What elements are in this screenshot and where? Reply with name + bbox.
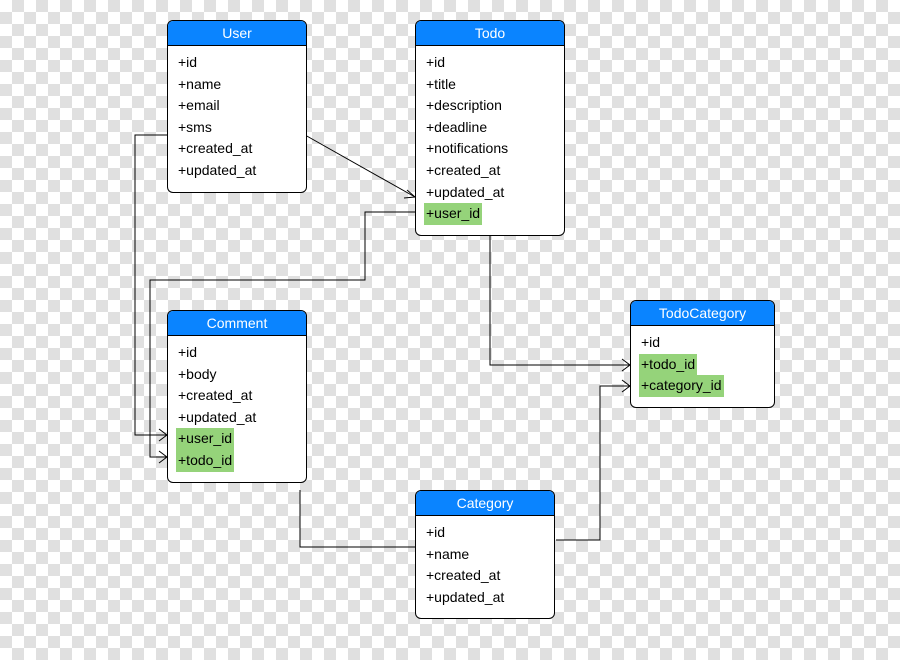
entity-todo-attr: +user_id bbox=[424, 203, 556, 225]
entity-category-attr: +updated_at bbox=[424, 587, 546, 609]
attr-text: +deadline bbox=[424, 117, 489, 139]
entity-todo-attr: +description bbox=[424, 95, 556, 117]
attr-text: +updated_at bbox=[176, 407, 258, 429]
attr-text: +id bbox=[639, 332, 662, 354]
entity-comment-attr: +todo_id bbox=[176, 450, 298, 472]
entity-comment-attr: +created_at bbox=[176, 385, 298, 407]
entity-comment-attr: +user_id bbox=[176, 428, 298, 450]
entity-todo-attr: +id bbox=[424, 52, 556, 74]
attr-text: +id bbox=[176, 52, 199, 74]
entity-todo-attr: +created_at bbox=[424, 160, 556, 182]
attr-text: +todo_id bbox=[176, 450, 234, 472]
entity-todocategory-header: TodoCategory bbox=[631, 301, 774, 326]
entity-user-attr: +email bbox=[176, 95, 298, 117]
attr-text: +created_at bbox=[176, 138, 254, 160]
entity-todo-attr: +title bbox=[424, 74, 556, 96]
entity-todo: Todo +id+title+description+deadline+noti… bbox=[415, 20, 565, 236]
entity-comment-attrs: +id+body+created_at+updated_at+user_id+t… bbox=[168, 336, 306, 482]
entity-todo-attr: +notifications bbox=[424, 138, 556, 160]
entity-user-attr: +updated_at bbox=[176, 160, 298, 182]
attr-text: +created_at bbox=[424, 160, 502, 182]
entity-user-attr: +name bbox=[176, 74, 298, 96]
entity-category-header: Category bbox=[416, 491, 554, 516]
attr-text: +id bbox=[424, 52, 447, 74]
entity-todocategory: TodoCategory +id+todo_id+category_id bbox=[630, 300, 775, 408]
attr-text: +sms bbox=[176, 117, 214, 139]
entity-comment-attr: +body bbox=[176, 364, 298, 386]
attr-text: +user_id bbox=[176, 428, 234, 450]
entity-todocategory-attr: +id bbox=[639, 332, 766, 354]
entity-user-attr: +id bbox=[176, 52, 298, 74]
entity-user-attr: +sms bbox=[176, 117, 298, 139]
entity-comment: Comment +id+body+created_at+updated_at+u… bbox=[167, 310, 307, 483]
attr-text: +title bbox=[424, 74, 458, 96]
entity-todo-attr: +deadline bbox=[424, 117, 556, 139]
entity-user: User +id+name+email+sms+created_at+updat… bbox=[167, 20, 307, 193]
entity-category-attr: +name bbox=[424, 544, 546, 566]
attr-text: +category_id bbox=[639, 375, 724, 397]
attr-text: +description bbox=[424, 95, 504, 117]
attr-text: +id bbox=[424, 522, 447, 544]
attr-text: +updated_at bbox=[176, 160, 258, 182]
attr-text: +todo_id bbox=[639, 354, 697, 376]
entity-todo-attr: +updated_at bbox=[424, 182, 556, 204]
entity-category: Category +id+name+created_at+updated_at bbox=[415, 490, 555, 619]
attr-text: +created_at bbox=[176, 385, 254, 407]
entity-todocategory-attrs: +id+todo_id+category_id bbox=[631, 326, 774, 407]
entity-todocategory-attr: +category_id bbox=[639, 375, 766, 397]
entity-user-attrs: +id+name+email+sms+created_at+updated_at bbox=[168, 46, 306, 192]
entity-comment-attr: +updated_at bbox=[176, 407, 298, 429]
attr-text: +name bbox=[176, 74, 223, 96]
entity-todocategory-attr: +todo_id bbox=[639, 354, 766, 376]
entity-user-header: User bbox=[168, 21, 306, 46]
entity-user-attr: +created_at bbox=[176, 138, 298, 160]
entity-todo-header: Todo bbox=[416, 21, 564, 46]
entity-comment-header: Comment bbox=[168, 311, 306, 336]
attr-text: +body bbox=[176, 364, 219, 386]
entity-category-attr: +created_at bbox=[424, 565, 546, 587]
entity-category-attr: +id bbox=[424, 522, 546, 544]
attr-text: +user_id bbox=[424, 203, 482, 225]
attr-text: +name bbox=[424, 544, 471, 566]
entity-comment-attr: +id bbox=[176, 342, 298, 364]
attr-text: +updated_at bbox=[424, 587, 506, 609]
attr-text: +id bbox=[176, 342, 199, 364]
attr-text: +notifications bbox=[424, 138, 510, 160]
attr-text: +email bbox=[176, 95, 222, 117]
entity-category-attrs: +id+name+created_at+updated_at bbox=[416, 516, 554, 618]
attr-text: +created_at bbox=[424, 565, 502, 587]
attr-text: +updated_at bbox=[424, 182, 506, 204]
entity-todo-attrs: +id+title+description+deadline+notificat… bbox=[416, 46, 564, 235]
